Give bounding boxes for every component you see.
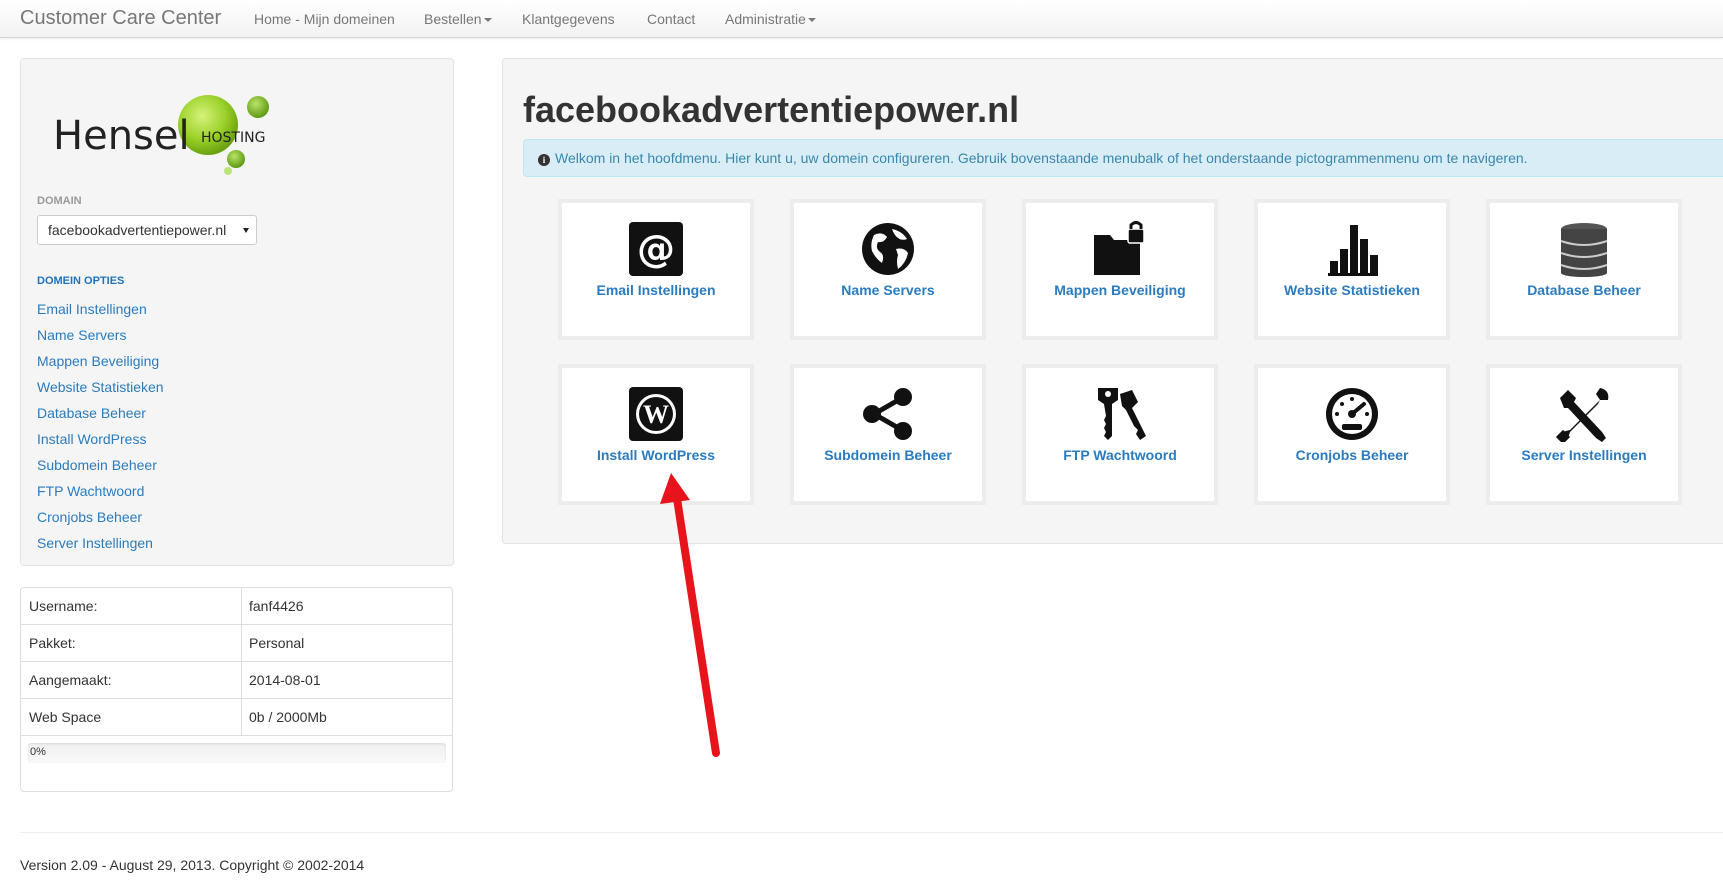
dashboard-icon (1326, 388, 1378, 440)
top-navbar: Customer Care Center Home - Mijn domeine… (0, 0, 1723, 38)
svg-text:HOSTING: HOSTING (201, 130, 265, 146)
sidebar-link-subdomein[interactable]: Subdomein Beheer (37, 457, 157, 473)
dropdown-arrow-icon (243, 228, 249, 233)
sidebar-link-name-servers[interactable]: Name Servers (37, 327, 126, 343)
wordpress-icon: W (629, 387, 683, 441)
domain-caption: DOMAIN (37, 195, 82, 207)
chevron-down-icon (807, 18, 816, 23)
svg-text:W: W (643, 400, 669, 429)
account-info-table: Username: fanf4426 Pakket: Personal Aang… (20, 587, 453, 792)
sidebar-link-ftp[interactable]: FTP Wachtwoord (37, 483, 144, 499)
nav-administratie[interactable]: Administratie (725, 11, 816, 27)
main-panel: facebookadvertentiepower.nl i Welkom in h… (502, 58, 1723, 544)
tile-mappen-beveiliging[interactable]: Mappen Beveiliging (1022, 199, 1218, 340)
progress-percentage: 0% (30, 746, 46, 758)
keys-icon (1098, 388, 1146, 440)
domain-options-caption: DOMEIN OPTIES (37, 275, 125, 287)
tile-install-wordpress[interactable]: W Install WordPress (558, 364, 754, 505)
tile-website-statistieken[interactable]: Website Statistieken (1254, 199, 1450, 340)
footer-copyright: Version 2.09 - August 29, 2013. Copyrigh… (20, 857, 365, 873)
svg-text:Hensel: Hensel (53, 113, 190, 159)
table-row: Pakket: Personal (21, 625, 452, 662)
tile-database-beheer[interactable]: Database Beheer (1486, 199, 1682, 340)
chevron-down-icon (483, 18, 492, 23)
table-row: Aangemaakt: 2014-08-01 (21, 662, 452, 699)
sidebar-link-server[interactable]: Server Instellingen (37, 535, 153, 551)
folder-lock-icon (1094, 221, 1145, 275)
sidebar-link-database[interactable]: Database Beheer (37, 405, 146, 421)
hensel-hosting-logo: Hensel HOSTING (53, 95, 269, 175)
tile-ftp-wachtwoord[interactable]: FTP Wachtwoord (1022, 364, 1218, 505)
sidebar-link-statistieken[interactable]: Website Statistieken (37, 379, 164, 395)
nav-bestellen[interactable]: Bestellen (424, 11, 492, 27)
table-row: Username: fanf4426 (21, 588, 452, 625)
nav-klantgegevens[interactable]: Klantgegevens (522, 11, 615, 27)
wrench-screwdriver-icon (1556, 388, 1609, 442)
tile-name-servers[interactable]: Name Servers (790, 199, 986, 340)
sidebar: Hensel HOSTING DOMAIN facebookadvertenti… (20, 58, 454, 566)
footer-divider (20, 832, 1723, 833)
navbar-brand[interactable]: Customer Care Center (20, 7, 221, 30)
database-icon (1560, 223, 1608, 277)
bar-chart-icon (1328, 225, 1378, 276)
webspace-progress-bar: 0% (28, 743, 446, 763)
tile-email-instellingen[interactable]: @ Email Instellingen (558, 199, 754, 340)
sidebar-link-mappen[interactable]: Mappen Beveiliging (37, 353, 159, 369)
nav-home[interactable]: Home - Mijn domeinen (254, 11, 395, 27)
table-row: Web Space 0b / 2000Mb (21, 699, 452, 736)
svg-text:@: @ (637, 227, 675, 271)
page-title: facebookadvertentiepower.nl (523, 89, 1020, 130)
tile-cronjobs-beheer[interactable]: Cronjobs Beheer (1254, 364, 1450, 505)
tile-server-instellingen[interactable]: Server Instellingen (1486, 364, 1682, 505)
welcome-alert: i Welkom in het hoofdmenu. Hier kunt u, u… (523, 139, 1723, 177)
nav-contact[interactable]: Contact (647, 11, 695, 27)
tile-subdomein-beheer[interactable]: Subdomein Beheer (790, 364, 986, 505)
sidebar-link-cronjobs[interactable]: Cronjobs Beheer (37, 509, 142, 525)
sidebar-link-wordpress[interactable]: Install WordPress (37, 431, 146, 447)
at-sign-icon: @ (629, 222, 683, 276)
share-icon (863, 388, 912, 440)
sidebar-link-email[interactable]: Email Instellingen (37, 301, 147, 317)
info-icon: i (538, 154, 550, 166)
globe-icon (862, 223, 914, 275)
domain-select[interactable]: facebookadvertentiepower.nl (37, 215, 257, 245)
